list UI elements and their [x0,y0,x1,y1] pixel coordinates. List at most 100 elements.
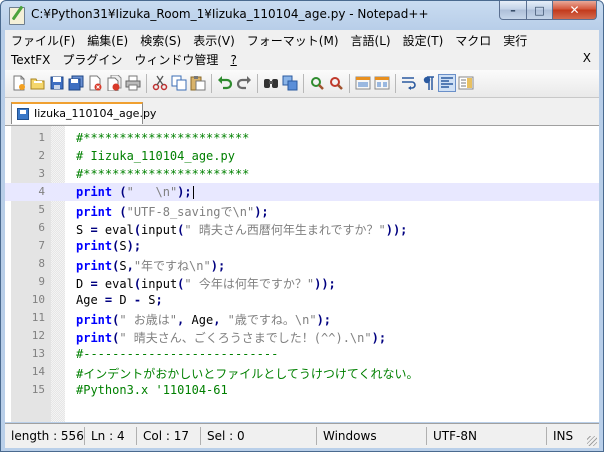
replace-icon[interactable] [282,75,298,91]
code-text: S = eval(input(" 晴夫さん西暦何年生まれですか？")); [76,221,407,238]
menu-textfx[interactable]: TextFX [5,53,56,67]
menu-file[interactable]: ファイル(F) [5,32,81,49]
code-line[interactable]: 5 print ("UTF-8_savingで\n"); [5,201,599,219]
code-text: Age = D - S; [76,293,163,307]
zoom-in-icon[interactable] [309,75,325,91]
code-token: = [90,277,98,291]
show-all-chars-icon[interactable] [420,75,436,91]
code-token: ); [126,239,142,253]
code-line[interactable]: 6S = eval(input(" 晴夫さん西暦何年生まれですか？")); [5,219,599,237]
code-line[interactable]: 11 print(" お歳は", Age, "歳ですね。\n"); [5,309,599,327]
code-line[interactable]: 14 #インデントがおかしいとファイルとしてうけつけてくれない。 [5,363,599,381]
line-number: 10 [31,293,45,306]
close-document-button[interactable]: X [583,51,591,65]
code-editor[interactable]: 1 #*********************** 2 # Iizuka_11010… [5,126,599,422]
code-token: - [133,293,142,307]
code-line[interactable]: 10 Age = D - S; [5,291,599,309]
zoom-out-icon[interactable] [328,75,344,91]
code-line[interactable]: 4 print (" \n"); [5,183,599,201]
menu-plugins[interactable]: プラグイン [56,51,128,68]
code-token: S [141,293,156,307]
code-token: S [119,239,127,253]
menu-settings[interactable]: 設定(T) [397,32,450,49]
code-line[interactable]: 7 print(S); [5,237,599,255]
minimize-button[interactable]: – [499,1,527,20]
redo-icon[interactable] [236,75,252,91]
tab-iizuka-110104-age[interactable]: Iizuka_110104_age.py [11,102,156,124]
menu-macro[interactable]: マクロ [449,32,497,49]
code-text: print(S); [76,239,141,253]
code-token: " お歳は" [119,313,178,327]
code-text: D = eval(input(" 今年は何年ですか？")); [76,275,336,292]
menu-language[interactable]: 言語(L) [345,32,397,49]
menu-search[interactable]: 検索(S) [134,32,187,49]
indent-guide-icon[interactable] [438,74,456,92]
close-icon: ✕ [569,3,580,17]
menu-view[interactable]: 表示(V) [187,32,241,49]
new-icon[interactable] [11,75,27,91]
menu-help[interactable]: ? [224,53,242,67]
line-number: 14 [31,365,45,378]
word-wrap-icon[interactable] [401,75,417,91]
code-token: Age [76,293,105,307]
menu-bar: ファイル(F) 編集(E) 検索(S) 表示(V) フォーマット(M) 言語(L… [5,30,599,70]
code-token: print [76,239,113,253]
status-encoding: UTF-8N [429,427,547,445]
close-window-button[interactable]: ✕ [553,1,597,20]
toolbar-separator [257,74,258,93]
code-token: D [112,293,134,307]
code-token: print [76,205,113,219]
line-number: 5 [38,203,45,216]
code-line[interactable]: 3 #*********************** [5,165,599,183]
code-token: eval [97,223,134,237]
doc-map-icon[interactable] [458,75,474,91]
open-icon[interactable] [30,75,46,91]
toolbar-separator [211,74,212,93]
copy-icon[interactable] [171,75,187,91]
close-all-icon[interactable] [106,75,122,91]
menu-window[interactable]: ウィンドウ管理 [128,51,224,68]
code-line[interactable]: 1 #*********************** [5,129,599,147]
line-number: 15 [31,383,45,396]
find-icon[interactable] [263,75,279,91]
status-line: Ln : 4 [87,427,137,445]
undo-icon[interactable] [217,75,233,91]
line-number: 2 [38,149,45,162]
menu-run[interactable]: 実行 [497,32,533,49]
code-text: #--------------------------- [76,347,278,361]
notepadpp-app-icon[interactable] [9,7,25,25]
close-doc-icon[interactable] [87,75,103,91]
code-token: ( [119,205,127,219]
code-text: print(S,"年ですね\n"); [76,257,225,274]
cut-icon[interactable] [152,75,168,91]
code-line[interactable]: 13 #--------------------------- [5,345,599,363]
code-token: ; [155,293,163,307]
notepadpp-window: C:¥Python31¥Iizuka_Room_1¥Iizuka_110104_… [0,0,604,452]
code-token: # Iizuka_110104_age.py [76,149,235,163]
title-bar[interactable]: C:¥Python31¥Iizuka_Room_1¥Iizuka_110104_… [1,1,603,29]
code-token: print [76,313,113,327]
code-token: input [141,277,178,291]
code-token: = [90,223,98,237]
code-line[interactable]: 2 # Iizuka_110104_age.py [5,147,599,165]
save-icon[interactable] [49,75,65,91]
resize-grip[interactable] [587,436,597,446]
print-icon[interactable] [125,75,141,91]
sync-horizontal-icon[interactable] [374,75,390,91]
code-line[interactable]: 15 #Python3.x '110104-61 [5,381,599,399]
code-line[interactable]: 9D = eval(input(" 今年は何年ですか？")); [5,273,599,291]
toolbar [5,70,599,98]
maximize-button[interactable]: □ [527,1,553,20]
paste-icon[interactable] [190,75,206,91]
menu-format[interactable]: フォーマット(M) [241,32,345,49]
line-number: 13 [31,347,45,360]
save-all-icon[interactable] [68,75,84,91]
code-token: ); [210,259,226,273]
code-line[interactable]: 8 print(S,"年ですね\n"); [5,255,599,273]
code-line[interactable]: 12 print(" 晴夫さん、ごくろうさまでした！(^^).\n"); [5,327,599,345]
menu-edit[interactable]: 編集(E) [81,32,134,49]
sync-vertical-icon[interactable] [355,75,371,91]
code-token: ); [177,185,192,199]
code-token: print [76,185,113,199]
